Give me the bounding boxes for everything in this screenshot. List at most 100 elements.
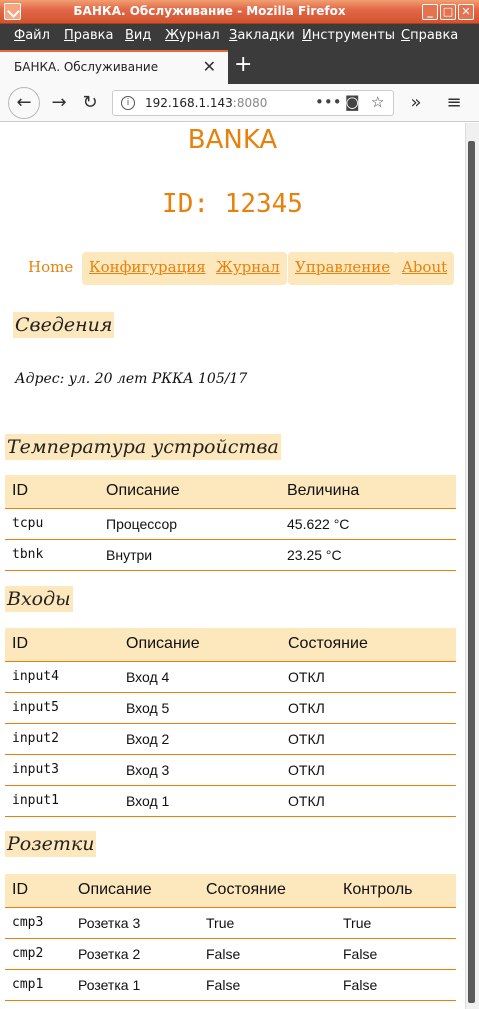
hamburger-menu-icon[interactable]: ≡ [440, 89, 468, 117]
table-row: input2 Вход 2 ОТКЛ [5, 723, 456, 755]
close-window-icon[interactable]: ✕ [458, 4, 474, 20]
forward-icon[interactable]: → [45, 89, 73, 117]
socket-state: False [199, 938, 336, 970]
table-row: input4 Вход 4 ОТКЛ [5, 661, 456, 693]
reload-icon[interactable]: ↻ [76, 89, 104, 117]
input-state: ОТКЛ [281, 692, 456, 724]
menu-help[interactable]: Справка [401, 28, 458, 43]
menu-tools[interactable]: Инструменты [302, 28, 395, 43]
input-id: input1 [5, 785, 119, 817]
nav-control[interactable]: Управление [288, 252, 398, 285]
page-actions-icon[interactable]: ••• [315, 93, 342, 111]
bookmark-star-icon[interactable]: ☆ [371, 93, 384, 111]
input-id: input5 [5, 692, 119, 724]
sensor-value: 23.25 °C [280, 539, 456, 571]
menu-history[interactable]: Журнал [165, 28, 220, 43]
input-description: Вход 4 [119, 661, 281, 693]
column-header: ID [5, 874, 71, 908]
info-heading: Сведения [13, 312, 115, 338]
input-description: Вход 1 [119, 785, 281, 817]
window-title: БАНКА. Обслуживание - Mozilla Firefox [73, 4, 346, 18]
menu-bookmarks[interactable]: Закладки [229, 28, 295, 43]
web-page: BANKA ID: 12345 Home Конфигурация Журнал… [0, 123, 465, 1009]
table-row: tcpu Процессор 45.622 °C [5, 508, 456, 540]
column-header: Величина [280, 475, 456, 509]
menu-file[interactable]: Файл [14, 28, 50, 43]
sensor-description: Процессор [99, 508, 280, 540]
table-header-row: ID Описание Состояние [5, 628, 456, 662]
column-header: Описание [99, 475, 280, 509]
column-header: Состояние [281, 628, 456, 662]
table-row: tbnk Внутри 23.25 °C [5, 539, 456, 571]
input-description: Вход 2 [119, 723, 281, 755]
input-id: input3 [5, 754, 119, 786]
socket-description: Розетка 2 [71, 938, 199, 970]
input-id: input4 [5, 661, 119, 693]
column-header: Состояние [199, 874, 336, 908]
input-state: ОТКЛ [281, 723, 456, 755]
sensor-description: Внутри [99, 539, 280, 571]
menu-edit[interactable]: Правка [64, 28, 113, 43]
minimize-icon[interactable]: _ [422, 4, 438, 20]
socket-description: Розетка 1 [71, 969, 199, 1001]
socket-state: False [199, 969, 336, 1001]
table-row: input1 Вход 1 ОТКЛ [5, 785, 456, 817]
nav-configuration[interactable]: Конфигурация [82, 252, 213, 285]
column-header: ID [5, 628, 119, 662]
page-scrollbar[interactable] [465, 123, 479, 1009]
site-info-icon[interactable]: i [121, 96, 135, 110]
menu-view[interactable]: Вид [125, 28, 151, 43]
nav-journal[interactable]: Журнал [209, 252, 287, 285]
new-tab-icon[interactable]: + [234, 52, 252, 78]
sensor-value: 45.622 °C [280, 508, 456, 540]
input-id: input2 [5, 723, 119, 755]
socket-id: cmp2 [5, 938, 71, 970]
inputs-heading: Входы [5, 586, 73, 612]
tab-active[interactable]: БАНКА. Обслуживание ✕ [0, 50, 228, 84]
sockets-table: ID Описание Состояние Контроль cmp3 Розе… [5, 874, 456, 1001]
column-header: Описание [71, 874, 199, 908]
nav-about[interactable]: About [395, 252, 455, 285]
pocket-icon[interactable]: ◙ [345, 93, 360, 111]
table-row: input5 Вход 5 ОТКЛ [5, 692, 456, 724]
temperature-table: ID Описание Величина tcpu Процессор 45.6… [5, 475, 456, 571]
url-text[interactable]: 192.168.1.143:8080 [145, 96, 267, 110]
site-brand: BANKA [187, 125, 278, 155]
socket-control: True [336, 907, 456, 939]
inputs-table: ID Описание Состояние input4 Вход 4 ОТКЛ… [5, 628, 456, 817]
tab-bar: БАНКА. Обслуживание ✕ + [0, 48, 479, 84]
scrollbar-thumb[interactable] [468, 141, 475, 1003]
table-row: cmp2 Розетка 2 False False [5, 938, 456, 970]
overflow-chevron-icon[interactable]: » [402, 89, 430, 117]
navigation-toolbar: ← → ↻ i 192.168.1.143:8080 ••• ◙ ☆ » ≡ [0, 84, 479, 122]
back-icon[interactable]: ← [8, 87, 40, 119]
column-header: Описание [119, 628, 281, 662]
tab-label: БАНКА. Обслуживание [14, 60, 159, 74]
nav-home[interactable]: Home [21, 252, 80, 285]
table-row: input3 Вход 3 ОТКЛ [5, 754, 456, 786]
table-row: cmp1 Розетка 1 False False [5, 969, 456, 1001]
socket-description: Розетка 3 [71, 907, 199, 939]
input-state: ОТКЛ [281, 661, 456, 693]
address-bar[interactable]: i 192.168.1.143:8080 ••• ◙ ☆ [112, 90, 394, 116]
maximize-icon[interactable]: □ [440, 4, 456, 20]
input-state: ОТКЛ [281, 785, 456, 817]
table-header-row: ID Описание Состояние Контроль [5, 874, 456, 908]
tab-close-icon[interactable]: ✕ [203, 57, 216, 76]
temperature-heading: Температура устройства [5, 434, 281, 460]
table-row: cmp3 Розетка 3 True True [5, 907, 456, 939]
table-header-row: ID Описание Величина [5, 475, 456, 509]
socket-control: False [336, 938, 456, 970]
sensor-id: tcpu [5, 508, 99, 540]
device-id: ID: 12345 [162, 189, 303, 219]
socket-state: True [199, 907, 336, 939]
address-text: Адрес: ул. 20 лет РККА 105/17 [15, 371, 248, 387]
column-header: Контроль [336, 874, 456, 908]
input-description: Вход 5 [119, 692, 281, 724]
socket-id: cmp3 [5, 907, 71, 939]
input-state: ОТКЛ [281, 754, 456, 786]
sensor-id: tbnk [5, 539, 99, 571]
menu-bar: Файл Правка Вид Журнал Закладки Инструме… [0, 24, 479, 48]
window-titlebar: БАНКА. Обслуживание - Mozilla Firefox _ … [0, 0, 479, 24]
input-description: Вход 3 [119, 754, 281, 786]
